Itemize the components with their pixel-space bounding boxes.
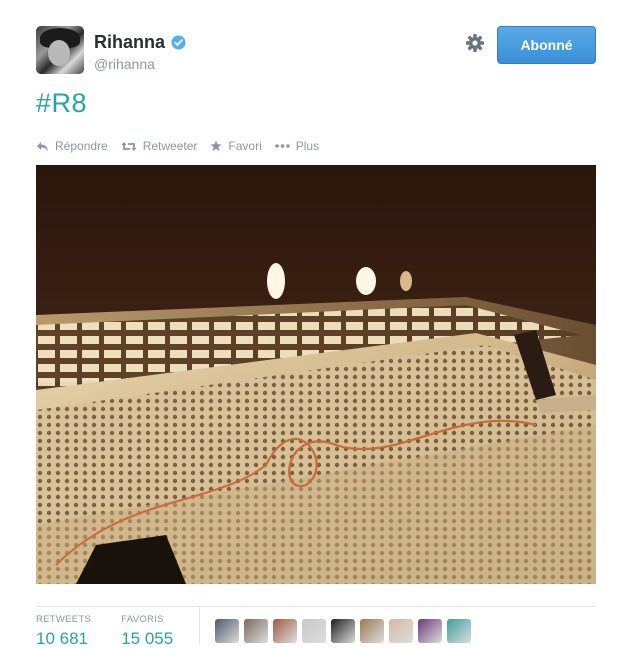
mixing-console-photo bbox=[36, 165, 596, 584]
favoriter-avatar[interactable] bbox=[331, 619, 355, 643]
more-button[interactable]: Plus bbox=[274, 139, 320, 153]
more-icon bbox=[274, 144, 290, 148]
tweet-stats: RETWEETS 10 681 FAVORIS 15 055 bbox=[36, 614, 203, 649]
tweet-header: Rihanna @rihanna Abonné bbox=[36, 26, 596, 76]
avatar[interactable] bbox=[36, 26, 84, 74]
stats-separator bbox=[199, 606, 200, 644]
favorites-stat[interactable]: FAVORIS 15 055 bbox=[121, 614, 173, 649]
verified-badge-icon bbox=[171, 35, 186, 50]
following-button[interactable]: Abonné bbox=[497, 26, 596, 64]
retweets-stat[interactable]: RETWEETS 10 681 bbox=[36, 614, 91, 649]
favorite-button[interactable]: Favori bbox=[210, 139, 262, 153]
tweet-actions: Répondre Retweeter Favori Plus bbox=[36, 139, 332, 153]
favoriter-avatar[interactable] bbox=[389, 619, 413, 643]
favoriter-avatar[interactable] bbox=[302, 619, 326, 643]
retweet-icon bbox=[121, 141, 137, 151]
favoriter-avatar[interactable] bbox=[273, 619, 297, 643]
reply-icon bbox=[37, 141, 48, 151]
stats-divider bbox=[36, 606, 596, 607]
user-screenname[interactable]: @rihanna bbox=[94, 56, 155, 72]
favoriter-avatar[interactable] bbox=[215, 619, 239, 643]
favorites-count: 15 055 bbox=[121, 629, 174, 648]
favoriter-avatar[interactable] bbox=[418, 619, 442, 643]
tweet-photo[interactable] bbox=[36, 165, 596, 584]
retweets-count: 10 681 bbox=[36, 629, 88, 648]
favoriters-avatars bbox=[215, 619, 476, 643]
retweet-label: Retweeter bbox=[142, 139, 198, 153]
gear-icon[interactable] bbox=[465, 33, 485, 53]
favoriter-avatar[interactable] bbox=[244, 619, 268, 643]
retweet-button[interactable]: Retweeter bbox=[121, 139, 198, 153]
retweets-label: RETWEETS bbox=[36, 614, 92, 625]
hashtag-link[interactable]: #R8 bbox=[36, 88, 87, 118]
favoriter-avatar[interactable] bbox=[447, 619, 471, 643]
favorite-label: Favori bbox=[228, 139, 262, 153]
favorites-label: FAVORIS bbox=[121, 614, 164, 625]
favoriter-avatar[interactable] bbox=[360, 619, 384, 643]
reply-button[interactable]: Répondre bbox=[36, 139, 108, 153]
more-label: Plus bbox=[295, 139, 320, 153]
user-fullname[interactable]: Rihanna bbox=[94, 32, 165, 53]
tweet-text: #R8 bbox=[36, 88, 87, 119]
star-icon bbox=[210, 140, 222, 151]
name-row: Rihanna bbox=[94, 32, 186, 53]
reply-label: Répondre bbox=[55, 139, 108, 153]
